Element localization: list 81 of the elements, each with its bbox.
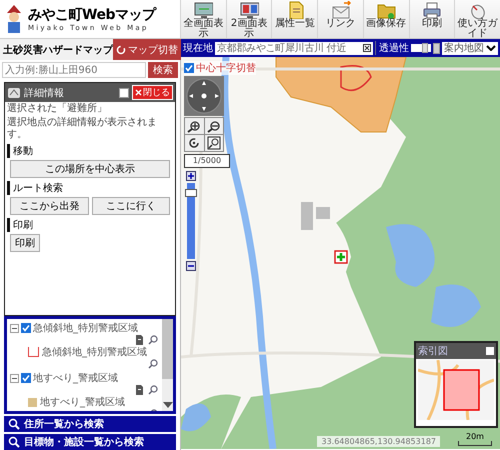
search-field[interactable]: 入力例:勝山上田960 [2,62,146,78]
map-switch-button[interactable]: マップ切替 [113,39,181,60]
action-button[interactable]: ここから出発 [10,197,88,215]
marker-icon [334,250,348,264]
opacity-label: 透過性 [375,41,409,55]
magnifier-icon [148,359,158,369]
scroll-down-icon [162,402,172,408]
close-button[interactable]: 閉じる [132,85,173,100]
monitor-icon [193,1,214,19]
location-field[interactable]: 京都郡みやこ町犀川古川 付近 [215,42,373,54]
close-icon [135,89,142,96]
slider-thumb[interactable] [185,188,197,197]
scale-label: 20m [466,432,484,441]
chevron-down-icon [486,45,496,51]
map-title: 土砂災害ハザードマップ [3,43,113,56]
toolbar-button[interactable]: リンク [317,0,363,38]
scale-display: 1/5000 [184,154,230,168]
legend-label: 急傾斜地_特別警戒区域 [42,346,147,359]
zoom-out-button[interactable] [186,261,196,271]
zoom-slider[interactable] [187,183,195,259]
overview-title: 索引図 [418,344,448,358]
document-icon [135,385,144,395]
plus-icon [188,173,194,179]
zoom-in-icon [187,119,202,133]
action-button[interactable]: 印刷 [10,234,40,252]
toolbar-button[interactable]: 2画面表示 [226,0,272,38]
layer-checkbox[interactable] [21,323,31,333]
pan-control[interactable] [184,76,224,116]
layer-name: 急傾斜地_特別警戒区域 [33,322,138,335]
magnifier-icon [148,385,158,395]
expand-toggle[interactable] [10,374,19,382]
layer-checkbox[interactable] [21,373,31,383]
document-icon [135,335,144,345]
search-icon [8,436,20,448]
panel-title: 詳細情報 [24,86,65,100]
info-text: 選択地点の詳細情報が表示されます。 [7,117,158,141]
toolbar-button[interactable]: 属性一覧 [271,0,318,38]
refresh-icon [116,44,126,54]
layer-name: 地すべり_警戒区域 [33,372,118,385]
minimize-button[interactable] [119,88,129,98]
map-tool-button[interactable] [204,118,223,134]
info-text: 選択された「避難所」 [7,103,108,115]
location-label: 現在地 [183,42,213,55]
toolbar-button[interactable]: 全画面表示 [180,0,226,38]
printer-icon [422,1,442,19]
zoom-out-icon [206,119,221,133]
clear-icon[interactable] [363,44,371,52]
map-tool-button[interactable] [185,135,204,151]
envelope-icon [330,1,351,19]
expand-toggle[interactable] [10,324,19,332]
crosshair-checkbox[interactable] [184,63,194,73]
view-select[interactable]: 案内地図 [442,42,498,54]
map-tool-button[interactable] [185,118,204,134]
scrollbar[interactable] [162,319,173,411]
site-title: みやこ町Webマップ [28,6,156,24]
search-button[interactable]: 検索 [148,62,178,78]
toolbar-button[interactable]: 印刷 [408,0,454,38]
compass-icon [186,78,222,114]
toolbar-button[interactable]: 画像保存 [362,0,409,38]
info-icon [7,86,21,98]
opacity-slider[interactable] [411,44,431,52]
coordinates: 33.64804865,130.94853187 [317,436,440,447]
scale-bar [458,441,492,446]
map-tool-button[interactable] [204,135,223,151]
dual-screen-icon [239,1,260,19]
magnifier-icon [148,335,158,345]
zoom-in-button[interactable] [186,171,196,181]
rotate-icon [187,136,202,150]
minus-icon [188,263,194,269]
action-button[interactable]: ここに行く [92,197,170,215]
slider-thumb[interactable] [422,43,428,53]
toolbar-button[interactable]: 使い方ガイド [454,0,500,38]
crosshair-label: 中心十字切替 [196,62,256,75]
zoom-box-icon [206,136,221,150]
search-link[interactable]: 住所一覧から検索 [4,416,176,432]
legend-label: 地すべり_警戒区域 [40,396,125,409]
search-link[interactable]: 目標物・施設一覧から検索 [4,434,176,450]
apply-button[interactable] [433,42,440,54]
action-button[interactable]: この場所を中心表示 [10,160,170,178]
scroll-thumb[interactable] [162,319,173,379]
search-icon [8,418,20,430]
